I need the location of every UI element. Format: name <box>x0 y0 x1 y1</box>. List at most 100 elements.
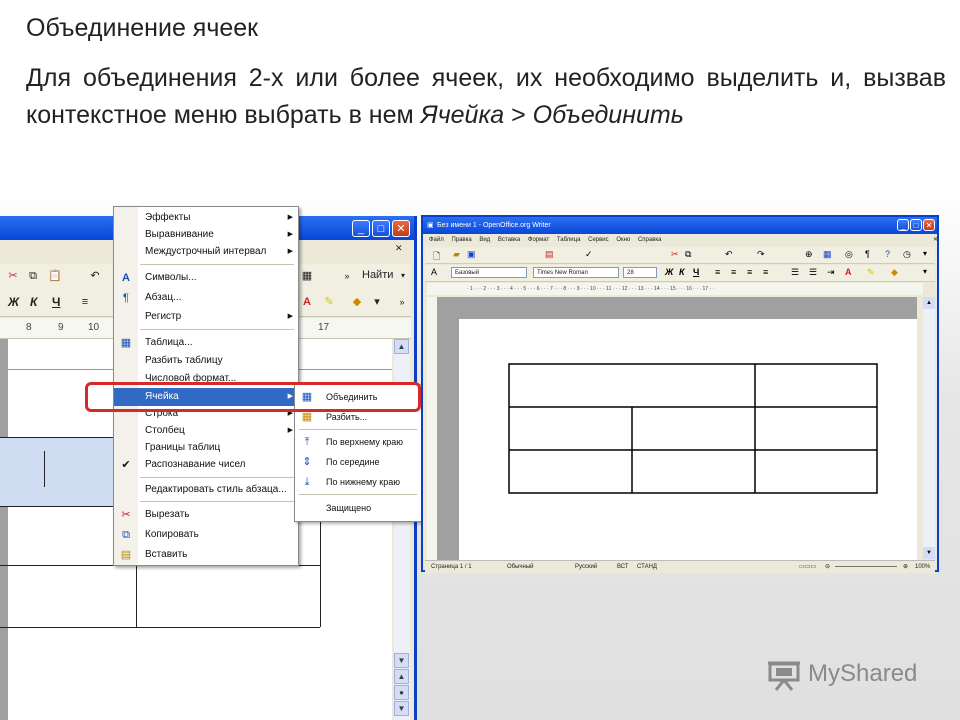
copy-icon[interactable]: ⧉ <box>685 249 691 260</box>
font-color-icon[interactable]: A <box>300 295 314 309</box>
minimize-button[interactable]: _ <box>897 219 909 231</box>
menu-edit[interactable]: Правка <box>451 237 471 243</box>
menu-window[interactable]: Окно <box>616 237 630 243</box>
new-doc-icon[interactable]: 🗋 <box>433 249 440 265</box>
menu-item-table-borders[interactable]: Границы таблиц <box>114 439 298 457</box>
submenu-item-align-middle[interactable]: ⇕ По середине <box>295 453 421 471</box>
menu-item-paragraph[interactable]: ¶ Абзац... <box>114 289 298 307</box>
align-left-icon[interactable]: ≡ <box>715 267 720 277</box>
close-button[interactable]: ✕ <box>923 219 935 231</box>
indent-icon[interactable]: ⇥ <box>827 267 835 278</box>
gallery-icon[interactable]: ◷ <box>903 249 911 260</box>
table-icon[interactable]: ▦ <box>823 249 832 260</box>
menu-item-column[interactable]: Столбец ▶ <box>114 422 298 440</box>
scroll-down-button[interactable]: ▼ <box>923 547 935 559</box>
overflow-icon[interactable]: » <box>340 269 354 283</box>
align-left-icon[interactable]: ≡ <box>78 295 92 309</box>
close-doc-icon[interactable]: ✕ <box>933 234 938 247</box>
close-doc-icon[interactable]: ✕ <box>395 243 403 254</box>
overflow-icon[interactable]: » <box>395 295 409 309</box>
cut-icon[interactable]: ✂ <box>6 269 20 283</box>
close-button[interactable]: ✕ <box>392 220 410 237</box>
menu-format[interactable]: Формат <box>528 237 549 243</box>
hyperlink-icon[interactable]: ⊕ <box>805 249 813 260</box>
highlight-icon[interactable]: ✎ <box>322 295 336 309</box>
scroll-up-button[interactable]: ▲ <box>923 297 935 309</box>
menu-item-table[interactable]: ▦ Таблица... <box>114 334 298 352</box>
document-page[interactable] <box>459 319 917 561</box>
zoom-slider[interactable] <box>835 566 897 567</box>
menu-item-edit-paragraph-style[interactable]: Редактировать стиль абзаца... <box>114 481 298 499</box>
chevron-down-icon[interactable]: ▾ <box>396 269 410 283</box>
right-vertical-scrollbar[interactable]: ▲ ▼ <box>923 297 935 559</box>
style-combo[interactable]: Базовый <box>451 267 527 278</box>
align-right-icon[interactable]: ≡ <box>747 267 752 277</box>
copy-icon[interactable]: ⧉ <box>26 269 40 283</box>
show-functions-icon[interactable]: ¶ <box>865 249 870 259</box>
document-table[interactable] <box>459 319 917 561</box>
highlight-icon[interactable]: ✎ <box>867 267 875 278</box>
bold-button[interactable]: Ж <box>665 267 673 277</box>
italic-button[interactable]: К <box>30 295 37 309</box>
undo-icon[interactable]: ↶ <box>88 269 102 283</box>
page-down-button[interactable]: ▼ <box>394 701 409 716</box>
menu-table[interactable]: Таблица <box>557 237 581 243</box>
minimize-button[interactable]: _ <box>352 220 370 237</box>
background-color-icon[interactable]: ◆ <box>350 295 364 309</box>
page-nav-button[interactable]: ● <box>394 685 409 700</box>
paste-icon[interactable]: 📋 <box>48 269 62 283</box>
chevron-down-icon[interactable]: ▾ <box>370 295 384 309</box>
maximize-button[interactable]: □ <box>372 220 390 237</box>
submenu-item-align-bottom[interactable]: ⤓ По нижнему краю <box>295 473 421 491</box>
menu-item-paste[interactable]: ▤ Вставить <box>114 546 298 564</box>
zoom-in-icon[interactable]: ⊕ <box>903 561 908 573</box>
background-color-icon[interactable]: ◆ <box>891 267 898 278</box>
menu-item-characters[interactable]: A Символы... <box>114 269 298 287</box>
maximize-button[interactable]: □ <box>910 219 922 231</box>
navigator-icon[interactable]: ◎ <box>845 249 853 260</box>
menu-item-cut[interactable]: ✂ Вырезать <box>114 506 298 524</box>
menu-item-split-table[interactable]: Разбить таблицу <box>114 352 298 370</box>
size-combo[interactable]: 28 <box>623 267 657 278</box>
save-icon[interactable]: ▣ <box>467 249 476 260</box>
submenu-item-protected[interactable]: Защищено <box>295 499 421 517</box>
bullets-icon[interactable]: ☰ <box>809 267 817 278</box>
view-layout-icon[interactable]: ▭▭▭ <box>799 561 816 573</box>
open-icon[interactable]: ▰ <box>453 249 460 260</box>
scroll-down-button[interactable]: ▼ <box>394 653 409 668</box>
menu-help[interactable]: Справка <box>638 237 662 243</box>
menu-file[interactable]: Файл <box>429 237 444 243</box>
menu-tools[interactable]: Сервис <box>588 237 609 243</box>
align-center-icon[interactable]: ≡ <box>731 267 736 277</box>
cut-icon[interactable]: ✂ <box>671 249 679 260</box>
help-icon[interactable]: ? <box>885 249 890 259</box>
font-combo[interactable]: Times New Roman <box>533 267 619 278</box>
menu-item-case[interactable]: Регистр ▶ <box>114 308 298 326</box>
find-button[interactable]: Найти <box>362 269 393 281</box>
submenu-item-align-top[interactable]: ⤒ По верхнему краю <box>295 433 421 451</box>
menu-item-copy[interactable]: ⧉ Копировать <box>114 526 298 544</box>
styles-icon[interactable]: A <box>431 267 437 277</box>
menu-insert[interactable]: Вставка <box>498 237 520 243</box>
menu-item-effects[interactable]: Эффекты ▶ <box>114 209 298 227</box>
scroll-up-button[interactable]: ▲ <box>394 339 409 354</box>
underline-button[interactable]: Ч <box>52 295 60 309</box>
numbering-icon[interactable]: ☰ <box>791 267 799 278</box>
chevron-down-icon[interactable]: ▾ <box>923 249 927 258</box>
underline-button[interactable]: Ч <box>693 267 699 277</box>
page-up-button[interactable]: ▲ <box>394 669 409 684</box>
spellcheck-icon[interactable]: ✓ <box>585 249 593 260</box>
italic-button[interactable]: К <box>679 267 685 277</box>
font-color-icon[interactable]: A <box>845 267 852 277</box>
menu-item-line-spacing[interactable]: Междустрочный интервал ▶ <box>114 243 298 261</box>
bold-button[interactable]: Ж <box>8 295 19 309</box>
pdf-icon[interactable]: ▤ <box>545 249 554 260</box>
menu-item-alignment[interactable]: Выравнивание ▶ <box>114 226 298 244</box>
chevron-down-icon[interactable]: ▾ <box>923 267 927 276</box>
justify-icon[interactable]: ≡ <box>763 267 768 277</box>
undo-icon[interactable]: ↶ <box>725 249 733 260</box>
zoom-out-icon[interactable]: ⊖ <box>825 561 830 573</box>
menu-item-number-recognition[interactable]: ✔ Распознавание чисел <box>114 456 298 474</box>
menu-view[interactable]: Вид <box>479 237 490 243</box>
redo-icon[interactable]: ↷ <box>757 249 765 260</box>
